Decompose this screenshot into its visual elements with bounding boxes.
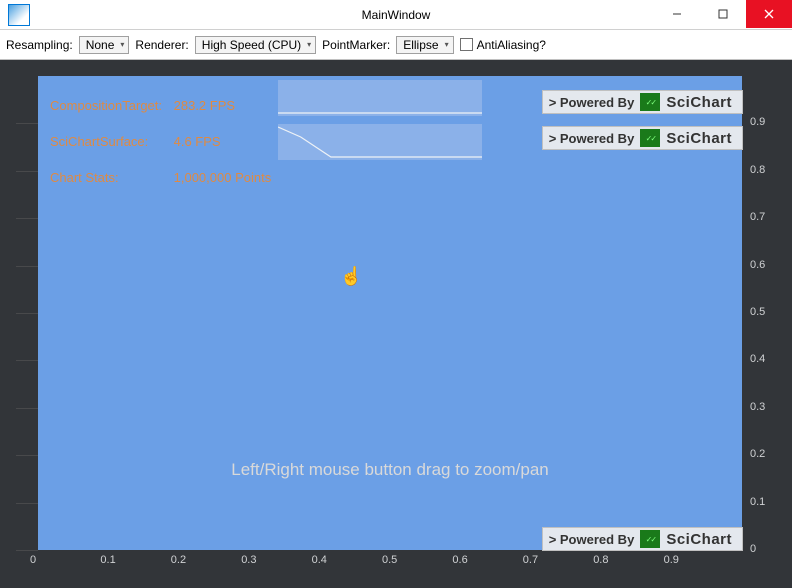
y-tick: 0.1 (750, 496, 765, 508)
y-tick: 0.6 (750, 259, 765, 271)
chevron-down-icon: ▾ (445, 40, 449, 49)
y-tick: 0.8 (750, 164, 765, 176)
x-tick: 0.8 (593, 554, 608, 566)
y-tick: 0.5 (750, 306, 765, 318)
stat-value: 4.6 FPS (174, 134, 221, 149)
scichart-logo-icon (640, 93, 660, 111)
cursor-hand-icon: ☝ (340, 266, 362, 287)
powered-by-badge[interactable]: > Powered By SciChart (542, 90, 743, 114)
x-tick: 0.3 (241, 554, 256, 566)
resampling-label: Resampling: (6, 38, 73, 52)
x-tick: 0.1 (100, 554, 115, 566)
sparkline-fps_surface (278, 124, 482, 160)
powered-brand: SciChart (666, 130, 742, 147)
stat-surface: SciChartSurface: 4.6 FPS (50, 134, 221, 149)
sparkline-fps_comp_target (278, 80, 482, 116)
stat-label: Chart Stats: (50, 170, 170, 185)
y-axis-gutter (16, 76, 38, 550)
powered-brand: SciChart (666, 531, 742, 548)
maximize-button[interactable] (700, 0, 746, 28)
titlebar: MainWindow (0, 0, 792, 30)
toolbar: Resampling: None ▾ Renderer: High Speed … (0, 30, 792, 60)
scichart-logo-icon (640, 530, 660, 548)
powered-prefix: > Powered By (543, 95, 641, 110)
pointmarker-value: Ellipse (403, 38, 438, 52)
y-tick: 0.4 (750, 353, 765, 365)
y-tick: 0.3 (750, 401, 765, 413)
close-button[interactable] (746, 0, 792, 28)
pointmarker-label: PointMarker: (322, 38, 390, 52)
antialias-label: AntiAliasing? (477, 38, 546, 52)
antialias-checkbox[interactable]: AntiAliasing? (460, 38, 546, 52)
powered-by-badge[interactable]: > Powered By SciChart (542, 126, 743, 150)
powered-brand: SciChart (666, 94, 742, 111)
x-tick: 0.6 (452, 554, 467, 566)
x-tick: 0.5 (382, 554, 397, 566)
zoom-pan-hint: Left/Right mouse button drag to zoom/pan (231, 460, 549, 480)
x-axis: 00.10.20.30.40.50.60.70.80.9 (38, 550, 742, 572)
minimize-button[interactable] (654, 0, 700, 28)
powered-by-badge[interactable]: > Powered By SciChart (542, 527, 743, 551)
stat-value: 1,000,000 Points (174, 170, 272, 185)
renderer-value: High Speed (CPU) (202, 38, 301, 52)
stat-value: 283.2 FPS (174, 98, 235, 113)
stat-comp-target: CompositionTarget: 283.2 FPS (50, 98, 235, 113)
x-tick: 0 (30, 554, 36, 566)
chart-container: CompositionTarget: 283.2 FPS SciChartSur… (0, 60, 792, 588)
x-tick: 0.9 (664, 554, 679, 566)
powered-prefix: > Powered By (543, 131, 641, 146)
window-controls (654, 0, 792, 28)
stat-label: SciChartSurface: (50, 134, 170, 149)
resampling-value: None (86, 38, 115, 52)
chevron-down-icon: ▾ (307, 40, 311, 49)
scichart-logo-icon (640, 129, 660, 147)
y-tick: 0.9 (750, 116, 765, 128)
chart-surface[interactable]: CompositionTarget: 283.2 FPS SciChartSur… (16, 76, 776, 572)
stat-label: CompositionTarget: (50, 98, 170, 113)
chevron-down-icon: ▾ (120, 40, 124, 49)
renderer-label: Renderer: (135, 38, 188, 52)
y-tick: 0.7 (750, 211, 765, 223)
x-tick: 0.7 (523, 554, 538, 566)
window-title: MainWindow (362, 8, 431, 22)
y-tick: 0 (750, 543, 756, 555)
powered-prefix: > Powered By (543, 532, 641, 547)
pointmarker-combo[interactable]: Ellipse ▾ (396, 36, 453, 54)
resampling-combo[interactable]: None ▾ (79, 36, 130, 54)
renderer-combo[interactable]: High Speed (CPU) ▾ (195, 36, 316, 54)
y-axis: 00.10.20.30.40.50.60.70.80.9 (742, 76, 776, 550)
x-tick: 0.2 (171, 554, 186, 566)
checkbox-icon (460, 38, 473, 51)
app-icon (8, 4, 30, 26)
x-tick: 0.4 (312, 554, 327, 566)
stat-chart: Chart Stats: 1,000,000 Points (50, 170, 271, 185)
plot-area[interactable]: CompositionTarget: 283.2 FPS SciChartSur… (38, 76, 742, 550)
y-tick: 0.2 (750, 448, 765, 460)
